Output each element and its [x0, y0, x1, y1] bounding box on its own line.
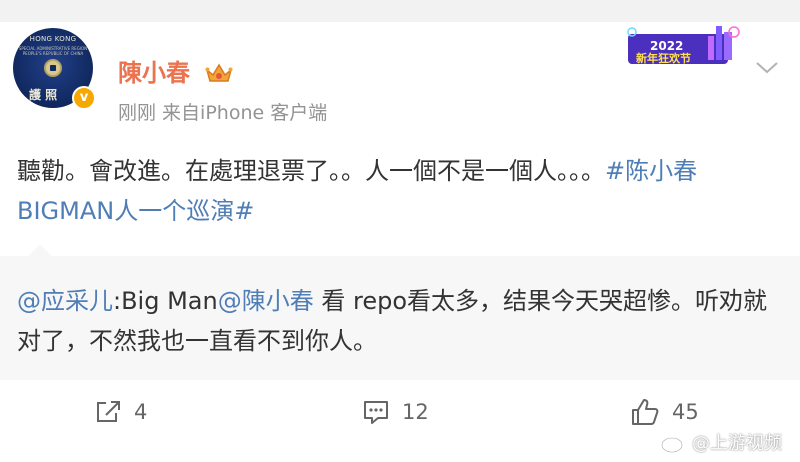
post-text: 聽勸。會改進。在處理退票了。。人一個不是一個人。。。#陈小春BIGMAN人一个巡… — [17, 151, 787, 231]
quote-mention-link[interactable]: @陳小春 — [218, 287, 314, 315]
comment-icon — [364, 401, 388, 424]
verified-badge-icon: v — [72, 86, 96, 110]
chevron-down-icon[interactable] — [754, 57, 780, 77]
quote-text-1: :Big Man — [113, 287, 218, 315]
new-year-festival-banner[interactable]: 2022 新年狂欢节 — [620, 24, 744, 72]
crown-icon — [205, 63, 233, 82]
repost-count: 4 — [134, 400, 148, 424]
banner-text: 新年狂欢节 — [636, 51, 691, 65]
like-button[interactable]: 45 — [630, 392, 699, 432]
thumbs-up-icon — [632, 399, 659, 425]
username[interactable]: 陳小春 — [118, 57, 190, 89]
watermark-text: @上游视频 — [692, 433, 782, 454]
post-meta: 刚刚 来自iPhone 客户端 — [118, 102, 328, 124]
quote-author-link[interactable]: @应采儿 — [17, 287, 113, 315]
avatar-text-bottom: 護 照 — [29, 88, 58, 102]
banner-year: 2022 — [650, 39, 683, 53]
avatar-text-line: SPECIAL ADMINISTRATIVE REGION PEOPLE'S R… — [18, 46, 88, 56]
comment-count: 12 — [402, 400, 429, 424]
repost-button[interactable]: 4 — [94, 392, 147, 432]
quote-text: @应采儿:Big Man@陳小春 看 repo看太多，结果今天哭超惨。听劝就对了… — [17, 281, 777, 361]
quote-arrow — [28, 245, 52, 256]
post-body: 聽勸。會改進。在處理退票了。。人一個不是一個人。。。 — [17, 157, 605, 185]
avatar-text-top: HONG KONG — [29, 35, 77, 43]
weibo-logo-icon — [661, 433, 685, 453]
emblem-icon — [44, 59, 62, 77]
like-count: 45 — [672, 400, 699, 424]
action-bar: 4 12 45 — [0, 392, 800, 432]
repost-icon — [97, 401, 120, 422]
source-watermark: @上游视频 — [660, 427, 782, 457]
comment-button[interactable]: 12 — [362, 392, 429, 432]
